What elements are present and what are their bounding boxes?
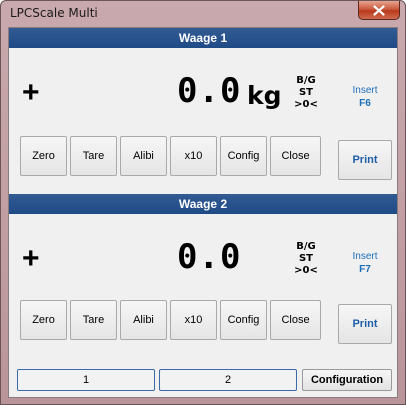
scale-2-insert-key: F7 [359, 264, 371, 275]
scale-1-x10-button[interactable]: x10 [170, 136, 217, 176]
scale-2-status-st: ST [298, 253, 314, 264]
scale-1-header: Waage 1 [9, 28, 397, 48]
scale-2-sign: + [22, 242, 40, 275]
scale-1-close-button[interactable]: Close [270, 136, 321, 176]
scale-1-tare-button[interactable]: Tare [70, 136, 117, 176]
scale-2-tare-button[interactable]: Tare [70, 300, 117, 340]
scale-2-weight-value: 0.0 [177, 237, 242, 277]
scale-1-print-button[interactable]: Print [338, 140, 392, 180]
title-bar[interactable]: LPCScale Multi [1, 1, 405, 27]
tab-scale-2[interactable]: 2 [159, 369, 297, 391]
client-area: Waage 1 + 0.0 kg B/G ST >0< Insert F6 Ze… [8, 27, 398, 398]
scale-2-status-bg: B/G [296, 241, 316, 252]
scale-1-config-button[interactable]: Config [220, 136, 267, 176]
scale-1-status-zero: >0< [294, 99, 318, 110]
scale-2-insert-hint: Insert F7 [343, 250, 387, 276]
scale-1-alibi-button[interactable]: Alibi [120, 136, 167, 176]
scale-2-panel: + 0.0 B/G ST >0< Insert F7 Zero Tare Ali… [9, 214, 397, 360]
scale-2-alibi-button[interactable]: Alibi [120, 300, 167, 340]
scale-1-sign: + [22, 76, 40, 109]
close-x-icon [373, 4, 385, 16]
scale-1-weight-value: 0.0 [177, 71, 242, 111]
scale-2-print-button[interactable]: Print [338, 304, 392, 344]
scale-1-insert-label: Insert [352, 85, 378, 96]
scale-2-close-button[interactable]: Close [270, 300, 321, 340]
scale-2-zero-button[interactable]: Zero [20, 300, 67, 340]
scale-1-insert-key: F6 [359, 98, 371, 109]
scale-2-status: B/G ST >0< [291, 241, 321, 277]
configuration-button[interactable]: Configuration [302, 369, 392, 391]
scale-1-panel: + 0.0 kg B/G ST >0< Insert F6 Zero Tare … [9, 48, 397, 194]
scale-1-status: B/G ST >0< [291, 75, 321, 111]
tab-scale-1[interactable]: 1 [17, 369, 155, 391]
scale-2-x10-button[interactable]: x10 [170, 300, 217, 340]
window-close-button[interactable] [358, 1, 400, 20]
scale-2-status-zero: >0< [294, 265, 318, 276]
scale-1-insert-hint: Insert F6 [343, 84, 387, 110]
scale-1-status-bg: B/G [296, 75, 316, 86]
scale-2-config-button[interactable]: Config [220, 300, 267, 340]
scale-1-zero-button[interactable]: Zero [20, 136, 67, 176]
scale-1-unit: kg [247, 81, 282, 110]
window-title: LPCScale Multi [10, 6, 98, 20]
scale-2-insert-label: Insert [352, 251, 378, 262]
scale-2-header: Waage 2 [9, 194, 397, 214]
scale-1-status-st: ST [298, 87, 314, 98]
app-window: LPCScale Multi Waage 1 + 0.0 kg B/G ST >… [0, 0, 406, 405]
